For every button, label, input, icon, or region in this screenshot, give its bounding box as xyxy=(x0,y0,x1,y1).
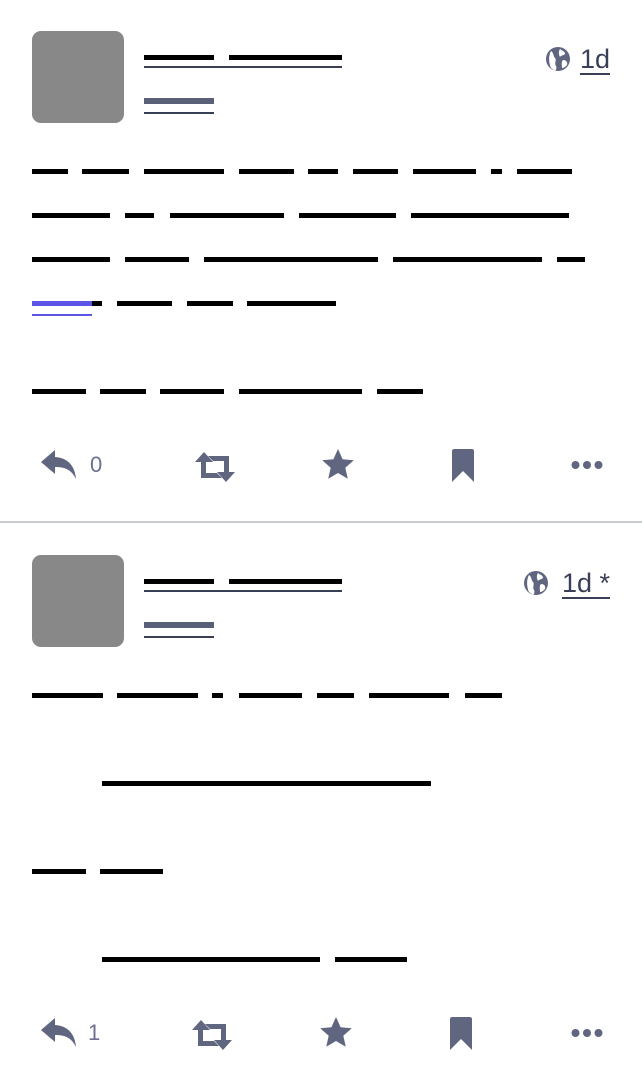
reply-icon xyxy=(41,1018,76,1047)
bookmark-icon xyxy=(450,1017,472,1050)
timestamp-link[interactable]: 1d xyxy=(580,44,610,75)
reply-count: 0 xyxy=(90,452,103,477)
boost-icon xyxy=(195,452,235,482)
favourite-button[interactable] xyxy=(321,448,355,481)
avatar[interactable] xyxy=(32,555,124,647)
favourite-icon xyxy=(322,449,354,479)
bookmark-button[interactable] xyxy=(448,1017,474,1051)
more-button[interactable] xyxy=(571,1027,603,1039)
reply-count: 1 xyxy=(88,1020,101,1045)
boost-button[interactable] xyxy=(194,452,236,482)
reply-button[interactable]: 1 xyxy=(40,1016,100,1050)
globe-icon xyxy=(546,47,570,71)
bookmark-icon xyxy=(452,449,474,482)
globe-icon xyxy=(524,571,548,595)
status-post[interactable]: 1d * 1 xyxy=(0,523,642,1088)
status-post[interactable]: 1d 0 xyxy=(0,0,642,522)
reply-button[interactable]: 0 xyxy=(40,448,102,482)
more-icon xyxy=(571,1029,603,1037)
reply-icon xyxy=(41,450,76,479)
boost-icon xyxy=(192,1020,232,1050)
favourite-icon xyxy=(320,1017,352,1047)
boost-button[interactable] xyxy=(191,1020,233,1050)
more-button[interactable] xyxy=(571,459,603,471)
avatar[interactable] xyxy=(32,31,124,123)
favourite-button[interactable] xyxy=(319,1016,353,1049)
bookmark-button[interactable] xyxy=(450,449,476,483)
more-icon xyxy=(571,461,603,469)
timestamp-link[interactable]: 1d * xyxy=(562,568,610,599)
